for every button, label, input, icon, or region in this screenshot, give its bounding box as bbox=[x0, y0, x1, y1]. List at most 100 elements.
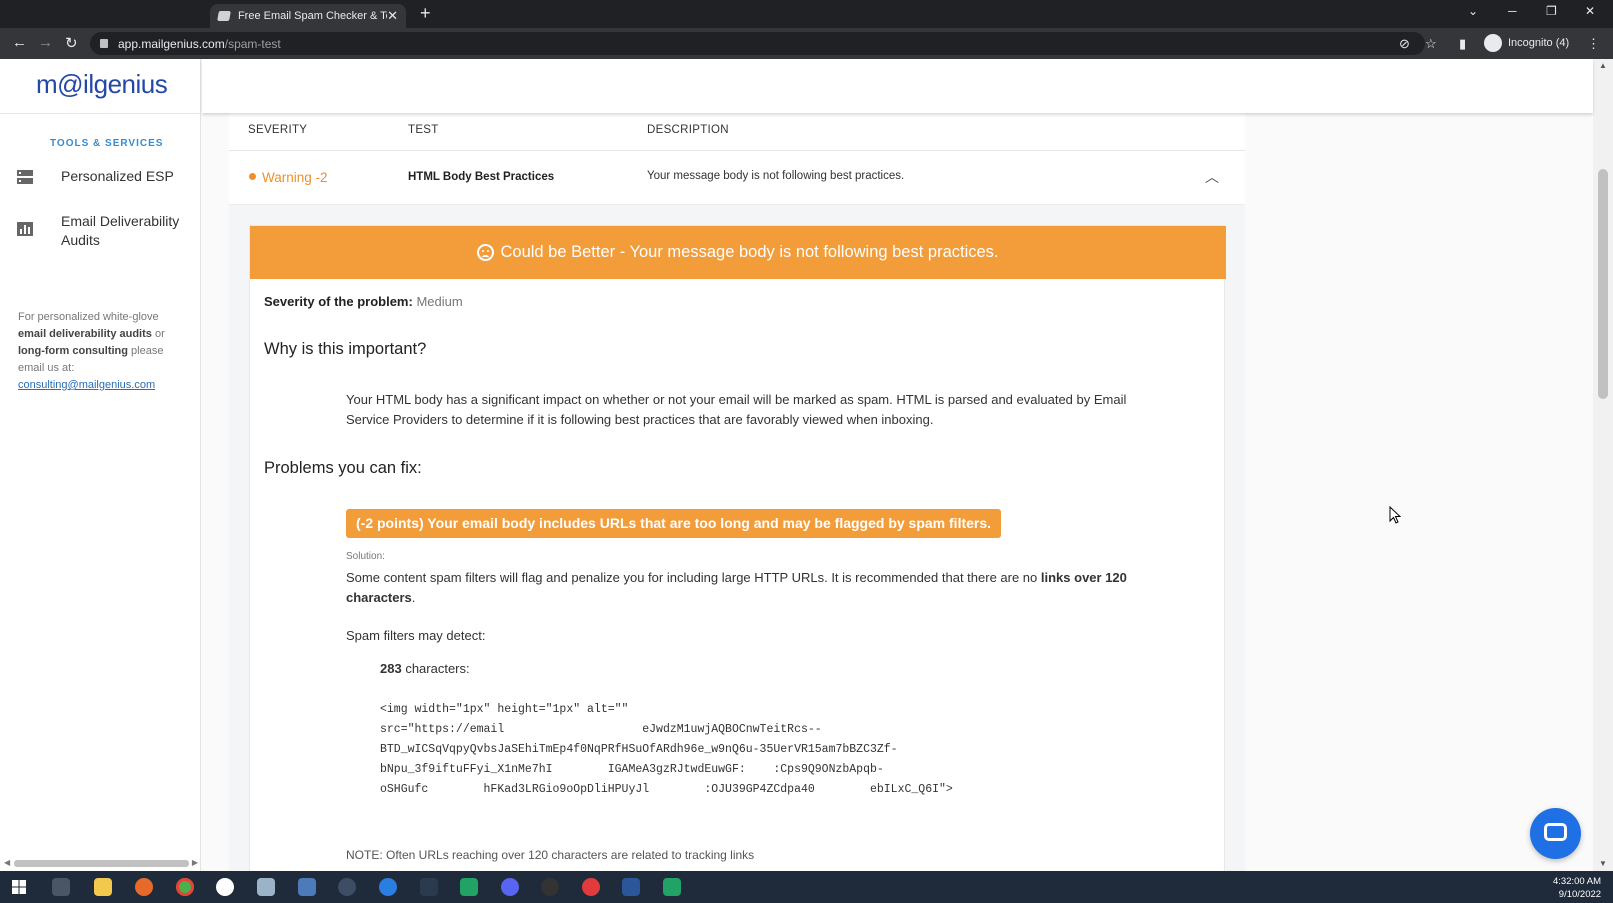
note-text: For personalized white-glove bbox=[18, 311, 159, 323]
sad-face-icon bbox=[477, 244, 495, 261]
column-header-test: TEST bbox=[408, 124, 439, 136]
severity-value: Medium bbox=[416, 294, 463, 309]
task-view-icon[interactable] bbox=[52, 878, 70, 896]
clock-time: 4:32:00 AM bbox=[1553, 876, 1602, 887]
url-path: /spam-test bbox=[224, 36, 281, 51]
horizontal-scrollbar[interactable]: ◀ ▶ bbox=[4, 858, 198, 868]
divider bbox=[0, 113, 201, 114]
detail-panel: Could be Better - Your message body is n… bbox=[249, 225, 1226, 871]
problems-heading: Problems you can fix: bbox=[264, 459, 422, 477]
column-header-description: DESCRIPTION bbox=[647, 124, 729, 136]
app-icon[interactable] bbox=[379, 878, 397, 896]
back-icon[interactable]: ← bbox=[12, 34, 27, 51]
browser-tab[interactable]: Free Email Spam Checker & Testi ✕ bbox=[210, 4, 406, 28]
system-clock[interactable]: 4:32:00 AM 9/10/2022 bbox=[1553, 875, 1601, 901]
url-host: app.mailgenius.com bbox=[118, 36, 225, 51]
firefox-icon[interactable] bbox=[135, 878, 153, 896]
consulting-note: For personalized white-glove email deliv… bbox=[18, 309, 188, 394]
results-card: SEVERITY TEST DESCRIPTION Warning -2 HTM… bbox=[229, 113, 1245, 871]
warning-dot-icon bbox=[249, 173, 256, 180]
sidebar-item-personalized-esp[interactable]: Personalized ESP bbox=[0, 167, 201, 191]
page-content: m@ilgenius TOOLS & SERVICES Personalized… bbox=[0, 59, 1613, 871]
table-header: SEVERITY TEST DESCRIPTION bbox=[229, 113, 1245, 151]
banner-text: Could be Better - Your message body is n… bbox=[500, 243, 999, 261]
scroll-left-icon[interactable]: ◀ bbox=[4, 858, 10, 867]
column-header-severity: SEVERITY bbox=[248, 124, 308, 136]
browser-toolbar: ← → ↻ app.mailgenius.com /spam-test ⊘ ☆ … bbox=[0, 28, 1613, 59]
scroll-down-icon[interactable]: ▼ bbox=[1599, 859, 1607, 868]
consulting-email-link[interactable]: consulting@mailgenius.com bbox=[18, 379, 155, 391]
clock-date: 9/10/2022 bbox=[1558, 889, 1602, 900]
star-icon[interactable]: ☆ bbox=[1425, 36, 1437, 52]
incognito-profile[interactable]: Incognito (4) bbox=[1484, 34, 1569, 52]
app-icon[interactable] bbox=[257, 878, 275, 896]
new-tab-icon[interactable]: + bbox=[420, 3, 431, 24]
close-tab-icon[interactable]: ✕ bbox=[387, 8, 398, 24]
calculator-icon[interactable] bbox=[298, 878, 316, 896]
mailgenius-logo[interactable]: m@ilgenius bbox=[36, 69, 168, 100]
test-description: Your message body is not following best … bbox=[647, 170, 905, 182]
chevron-down-icon[interactable]: ⌄ bbox=[1468, 4, 1478, 18]
chrome-icon[interactable] bbox=[176, 878, 194, 896]
sidebar-item-label: Personalized ESP bbox=[61, 168, 174, 184]
app-icon[interactable] bbox=[216, 878, 234, 896]
test-name: HTML Body Best Practices bbox=[408, 171, 555, 183]
scrollbar-thumb[interactable] bbox=[1598, 169, 1608, 399]
section-title: TOOLS & SERVICES bbox=[50, 138, 164, 149]
address-bar[interactable]: app.mailgenius.com /spam-test bbox=[90, 32, 1425, 55]
word-icon[interactable] bbox=[622, 878, 640, 896]
char-label: characters: bbox=[401, 661, 470, 676]
sidebar-item-deliverability-audits[interactable]: Email Deliverability Audits bbox=[0, 212, 201, 252]
top-header bbox=[202, 59, 1593, 113]
note-text: NOTE: Often URLs reaching over 120 chara… bbox=[346, 848, 755, 862]
detail-section: Could be Better - Your message body is n… bbox=[229, 205, 1245, 871]
browser-tab-bar: Free Email Spam Checker & Testi ✕ + ⌄ ─ … bbox=[0, 0, 1613, 28]
chat-bubble-icon bbox=[1544, 823, 1567, 841]
severity-label: Severity of the problem: bbox=[264, 294, 413, 309]
envelope-icon bbox=[217, 11, 231, 21]
scrollbar-thumb[interactable] bbox=[14, 860, 189, 867]
char-count-line: 283 characters: bbox=[380, 661, 470, 676]
more-menu-icon[interactable]: ⋮ bbox=[1587, 36, 1600, 52]
app-icon[interactable] bbox=[460, 878, 478, 896]
severity-badge: Warning -2 bbox=[249, 170, 328, 185]
minimize-icon[interactable]: ─ bbox=[1508, 4, 1517, 18]
severity-text: Warning -2 bbox=[262, 170, 328, 185]
sidebar: m@ilgenius TOOLS & SERVICES Personalized… bbox=[0, 59, 201, 871]
chat-button[interactable] bbox=[1530, 808, 1581, 859]
scroll-up-icon[interactable]: ▲ bbox=[1599, 61, 1607, 70]
eye-off-icon[interactable]: ⊘ bbox=[1399, 36, 1410, 52]
sidepanel-icon[interactable]: ▮ bbox=[1459, 36, 1466, 52]
solution-label: Solution: bbox=[346, 551, 385, 562]
note-bold: long-form consulting bbox=[18, 345, 128, 357]
tab-title: Free Email Spam Checker & Testi bbox=[237, 10, 388, 22]
url-code-block: <img width="1px" height="1px" alt="" src… bbox=[380, 703, 953, 796]
chevron-up-icon[interactable]: ︿ bbox=[1205, 167, 1219, 187]
close-window-icon[interactable]: ✕ bbox=[1585, 4, 1595, 18]
incognito-icon bbox=[1484, 34, 1502, 52]
restore-icon[interactable]: ❐ bbox=[1546, 4, 1557, 18]
windows-start-icon[interactable] bbox=[12, 880, 26, 894]
detect-label: Spam filters may detect: bbox=[346, 628, 486, 643]
scroll-right-icon[interactable]: ▶ bbox=[192, 858, 198, 867]
excel-icon[interactable] bbox=[663, 878, 681, 896]
why-heading: Why is this important? bbox=[264, 340, 427, 358]
reload-icon[interactable]: ↻ bbox=[65, 34, 78, 52]
file-explorer-icon[interactable] bbox=[94, 878, 112, 896]
vertical-scrollbar[interactable]: ▲ ▼ bbox=[1593, 59, 1613, 871]
app-icon[interactable] bbox=[541, 878, 559, 896]
app-icon[interactable] bbox=[338, 878, 356, 896]
app-icon[interactable] bbox=[582, 878, 600, 896]
taskbar: 4:32:00 AM 9/10/2022 bbox=[0, 871, 1613, 903]
severity-line: Severity of the problem: Medium bbox=[264, 294, 463, 309]
result-banner: Could be Better - Your message body is n… bbox=[250, 226, 1226, 279]
solution-text: Some content spam filters will flag and … bbox=[346, 568, 1136, 608]
mouse-cursor-icon bbox=[1389, 506, 1401, 524]
discord-icon[interactable] bbox=[501, 878, 519, 896]
forward-icon[interactable]: → bbox=[38, 34, 53, 51]
server-icon bbox=[17, 170, 33, 184]
note-bold: email deliverability audits bbox=[18, 328, 152, 340]
app-icon[interactable] bbox=[420, 878, 438, 896]
bar-chart-icon bbox=[17, 222, 33, 236]
table-row[interactable]: Warning -2 HTML Body Best Practices Your… bbox=[229, 151, 1245, 205]
